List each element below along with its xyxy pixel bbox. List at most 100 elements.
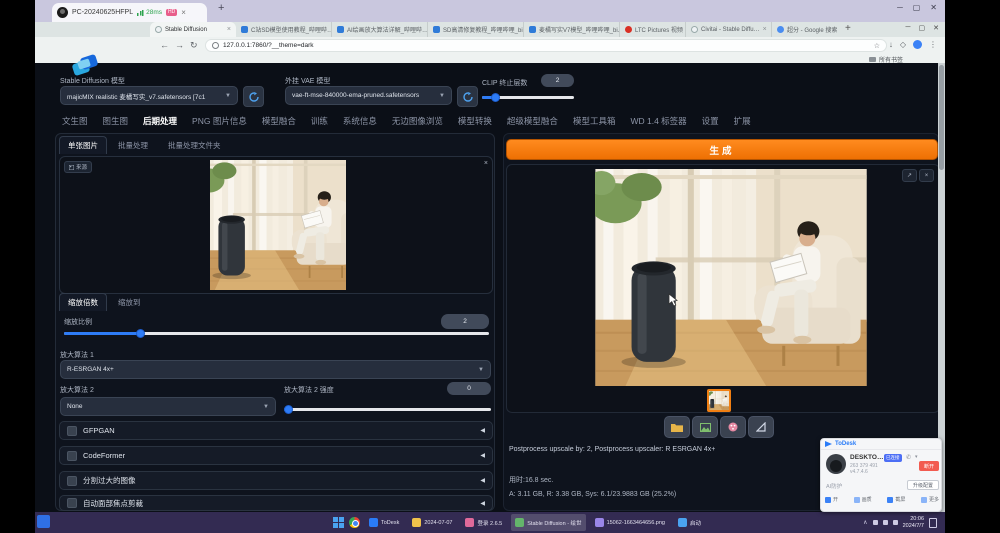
tab-wd14-tagger[interactable]: WD 1.4 标签器 [630,115,686,127]
browser-tab[interactable]: SD高清修复教程_哔哩哔哩_bi…× [428,22,524,37]
slider-handle[interactable] [136,329,145,338]
tab-png-info[interactable]: PNG 图片信息 [192,115,247,127]
send-to-extras-button[interactable] [720,416,746,438]
taskbar-clock[interactable]: 20:062024/7/7 [903,516,924,530]
browser-tab[interactable]: LTC Pictures 视频× [620,22,686,37]
browser-tab[interactable]: Civitai - Stable Diffu…× [686,22,772,37]
sound-toggle[interactable]: 开 [825,496,838,503]
taskbar-item[interactable]: 2024-07-07 [408,514,456,531]
tab-img2img[interactable]: 图生图 [103,115,129,127]
browser-tab[interactable]: 麦橘写实V7模型_哔哩哔哩_bi…× [524,22,620,37]
upscaler2-strength-slider[interactable] [284,408,491,411]
session-close-icon[interactable]: × [181,9,186,17]
tab-scale-by[interactable]: 缩放倍数 [59,293,107,311]
tab-batch-process[interactable]: 批量处理 [109,136,157,154]
maximize-icon[interactable]: ▢ [913,3,921,12]
checkbox[interactable] [67,476,77,486]
close-icon[interactable]: ✕ [933,24,939,32]
bookmark-star-icon[interactable]: ☆ [874,42,880,50]
reload-icon[interactable]: ↻ [190,40,198,51]
profile-avatar[interactable] [913,40,922,49]
slider-handle[interactable] [491,93,500,102]
tab-system-info[interactable]: 系统信息 [343,115,377,127]
taskbar-item[interactable]: 启动 [674,514,705,531]
more-button[interactable]: 更多 [921,496,939,503]
close-icon[interactable]: ✕ [930,3,937,12]
disconnect-button[interactable]: 断开 [919,461,939,471]
tab-txt2img[interactable]: 文生图 [62,115,88,127]
open-folder-button[interactable] [664,416,690,438]
tab-extensions[interactable]: 扩展 [734,115,751,127]
screenshot-button[interactable]: 截屏 [887,496,905,503]
tab-scale-to[interactable]: 缩放到 [109,293,150,311]
checkbox[interactable] [67,498,77,508]
tab-settings[interactable]: 设置 [702,115,719,127]
taskbar-item[interactable]: ToDesk [365,514,403,531]
tray-expand-icon[interactable]: ∧ [863,519,867,526]
browser-tab[interactable]: 超分 - Google 搜索 [772,22,840,37]
tab-close-icon[interactable]: × [227,26,231,33]
accordion-gfpgan[interactable]: GFPGAN◀ [59,421,493,440]
todesk-panel-header[interactable]: ToDesk [821,439,941,450]
tray-icon[interactable] [893,520,898,525]
tray-icon[interactable] [873,520,878,525]
taskbar-item[interactable]: 登录 2.6.5 [461,514,506,531]
tab-super-merger[interactable]: 超级模型融合 [507,115,558,127]
tray-icon[interactable] [883,520,888,525]
start-button[interactable] [333,517,344,528]
tab-close-icon[interactable]: × [763,26,767,33]
close-gallery-icon[interactable]: × [919,169,934,182]
download-icon[interactable]: ↓ [889,40,893,49]
tab-single-image[interactable]: 单张图片 [59,136,107,154]
fullscreen-icon[interactable]: ↗ [902,169,917,182]
notification-icon[interactable] [929,518,937,528]
vae-refresh-button[interactable] [457,86,478,107]
todesk-session-tab[interactable]: PC-20240625HFPL 28ms HD × [52,3,207,22]
back-icon[interactable]: ← [160,40,169,50]
new-tab-icon[interactable]: + [845,23,851,34]
site-info-icon[interactable] [212,42,219,49]
clip-skip-slider[interactable] [482,96,574,99]
upscaler2-dropdown[interactable]: None▼ [60,397,276,416]
clip-skip-value[interactable]: 2 [541,74,574,87]
scrollbar-thumb[interactable] [939,65,944,170]
upscaler1-dropdown[interactable]: R-ESRGAN 4x+▼ [60,360,491,379]
tab-infinite-browser[interactable]: 无边图像浏览 [392,115,443,127]
minimize-icon[interactable]: ─ [897,3,903,12]
model-dropdown[interactable]: majicMIX realistic 麦橘写实_v7.safetensors [… [60,86,238,105]
accordion-split-oversize[interactable]: 分割过大的图像◀ [59,471,493,490]
gallery-thumbnail[interactable] [707,389,731,412]
tab-checkpoint-merger[interactable]: 模型融合 [262,115,296,127]
browser-tab[interactable]: AI绘画放大算法详解_哔哩哔…× [332,22,428,37]
tab-model-converter[interactable]: 模型转换 [458,115,492,127]
minimize-icon[interactable]: ─ [906,24,911,32]
call-icon[interactable]: ✆ [906,454,911,461]
browser-tab[interactable]: Stable Diffusion× [150,22,236,37]
clear-image-icon[interactable]: × [484,160,488,167]
tab-batch-from-directory[interactable]: 批量处理文件夹 [159,136,230,154]
tab-extras[interactable]: 后期处理 [143,115,177,127]
checkbox[interactable] [67,451,77,461]
tab-model-toolkit[interactable]: 模型工具箱 [573,115,616,127]
extensions-icon[interactable]: ◇ [900,40,906,49]
generate-button[interactable]: 生成 [506,139,938,160]
vae-dropdown[interactable]: vae-ft-mse-840000-ema-pruned.safetensors… [285,86,452,105]
new-session-icon[interactable]: + [218,2,224,14]
upscaler2-strength-value[interactable]: 0 [447,382,491,395]
taskbar-item[interactable]: 15062-1663464656.png [591,514,669,531]
accordion-codeformer[interactable]: CodeFormer◀ [59,446,493,465]
send-to-img2img-button[interactable] [748,416,774,438]
upgrade-button[interactable]: 升级配置 [907,480,939,490]
address-bar[interactable]: 127.0.0.1:7860/?__theme=dark ☆ [205,39,887,52]
source-image-dropzone[interactable]: 来源 × [59,156,493,294]
resize-value[interactable]: 2 [441,314,489,329]
taskbar-item-active[interactable]: Stable Diffusion - 绘世 [511,514,585,531]
maximize-icon[interactable]: ▢ [919,24,926,32]
model-refresh-button[interactable] [243,86,264,107]
browser-tab[interactable]: C站SD模型使用教程_哔哩哔…× [236,22,332,37]
resize-slider[interactable] [64,332,489,335]
pinned-app-icon[interactable] [37,515,50,528]
accordion-auto-focal-crop[interactable]: 自动面部焦点剪裁◀ [59,495,493,511]
quality-toggle[interactable]: 画质 [854,496,872,503]
chevron-down-icon[interactable]: ▾ [915,454,918,460]
